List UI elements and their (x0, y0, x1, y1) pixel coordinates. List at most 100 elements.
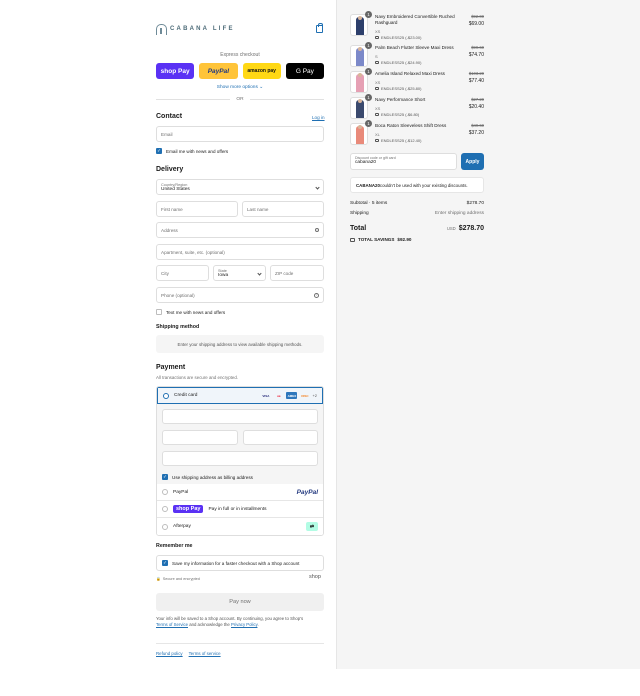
discount-code-bold: CABANA20 (356, 182, 380, 188)
brand-name: CABANA LIFE (170, 26, 235, 32)
mastercard-icon: ●● (277, 393, 281, 398)
radio-icon[interactable] (162, 523, 168, 530)
checkbox-checked-icon[interactable]: ✓ (162, 560, 168, 566)
visa-icon: VISA (262, 393, 270, 398)
discount-code-input[interactable]: Discount code or gift card cabana20 (350, 153, 457, 170)
product-thumbnail (350, 45, 368, 67)
model-head (358, 47, 362, 51)
original-price: $27.20 (471, 97, 484, 102)
email-field[interactable]: Email (156, 126, 324, 142)
product-name: Palm Beach Flutter Sleeve Maxi Dress (375, 45, 454, 50)
brand-logo[interactable]: CABANA LIFE (156, 24, 235, 35)
original-price: $92.00 (471, 14, 484, 19)
shipping-value: Enter shipping address (434, 211, 484, 216)
paypal-logo: PayPal (296, 488, 318, 496)
radio-selected-icon[interactable] (163, 392, 169, 399)
savings-label: TOTAL SAVINGS (358, 237, 395, 242)
discount-code: ENDLESS25 (-$23.00) (381, 35, 422, 40)
billing-address-label: Use shipping address as billing address (172, 474, 253, 480)
shop-pay-button[interactable]: shop Pay (156, 63, 195, 79)
product-variant: XS (375, 80, 381, 85)
order-item: 1 Navy Performance Short XS ENDLESS25 (-… (350, 94, 484, 119)
apartment-field[interactable]: Apartment, suite, etc. (optional) (156, 244, 324, 260)
city-field[interactable]: City (156, 265, 209, 281)
payment-option-shop-pay[interactable]: shop Pay Pay in full or in installments (157, 501, 323, 518)
delivery-heading: Delivery (156, 166, 184, 173)
country-select[interactable]: Country/Region United States (156, 179, 324, 195)
shop-logo: shop (309, 574, 321, 580)
subtotal-value: $278.70 (466, 201, 484, 206)
checkbox-checked-icon[interactable]: ✓ (156, 148, 162, 154)
payment-option-afterpay[interactable]: Afterpay ⇄ (157, 518, 323, 535)
last-name-field[interactable]: Last name (242, 201, 324, 217)
shopping-bag-icon[interactable] (316, 23, 323, 33)
card-details-form: ✓ Use shipping address as billing addres… (157, 404, 323, 484)
apply-discount-button[interactable]: Apply (461, 153, 484, 170)
radio-icon[interactable] (162, 489, 168, 495)
discounted-price: $69.00 (468, 21, 484, 27)
email-news-option[interactable]: ✓ Email me with news and offers (156, 148, 228, 154)
terms-of-service-footer-link[interactable]: Terms of service (189, 651, 221, 656)
card-number-field[interactable] (162, 409, 318, 424)
show-more-options-link[interactable]: Show more options ⌄ (156, 85, 324, 90)
card-expiry-cvv-row (162, 430, 318, 451)
product-discount: ENDLESS25 (-$25.80) (375, 86, 421, 91)
discount-field-value: cabana20 (355, 160, 377, 165)
refund-policy-link[interactable]: Refund policy (156, 651, 183, 656)
first-name-field[interactable]: First name (156, 201, 238, 217)
product-discount: ENDLESS25 (-$23.00) (375, 35, 421, 40)
payment-option-credit-card[interactable]: Credit card VISA ●● AMEX DISC +2 (157, 387, 323, 404)
paypal-button[interactable]: PayPal (199, 63, 238, 79)
payment-option-paypal[interactable]: PayPal PayPal (157, 484, 323, 501)
original-price: $99.60 (471, 45, 484, 50)
payment-methods: Credit card VISA ●● AMEX DISC +2 ✓ Use s… (156, 386, 324, 536)
billing-address-option[interactable]: ✓ Use shipping address as billing addres… (162, 472, 318, 480)
shipping-method-info: Enter your shipping address to view avai… (156, 335, 324, 353)
privacy-policy-link[interactable]: Privacy Policy (231, 622, 257, 627)
pay-now-button[interactable]: Pay now (156, 593, 324, 611)
save-info-label: Save my information for a faster checkou… (172, 560, 300, 566)
expiration-date-field[interactable] (162, 430, 238, 445)
google-pay-button[interactable]: G Pay (285, 63, 324, 79)
save-info-option[interactable]: ✓ Save my information for a faster check… (156, 555, 324, 571)
name-on-card-field[interactable] (162, 451, 318, 466)
checkbox-unchecked-icon[interactable] (156, 309, 162, 315)
text-news-option[interactable]: Text me with news and offers (156, 309, 225, 315)
country-value: United States (161, 186, 190, 192)
address-field[interactable]: Address (156, 222, 324, 238)
security-code-field[interactable] (242, 430, 318, 445)
radio-icon[interactable] (162, 506, 168, 512)
footer-links: Refund policy Terms of service (156, 651, 221, 656)
phone-field[interactable]: Phone (optional) ? (156, 287, 324, 303)
total-savings: TOTAL SAVINGS $92.90 (350, 237, 411, 242)
lock-icon: 🔒 (156, 577, 161, 581)
zip-field[interactable]: ZIP code (270, 265, 324, 281)
tag-icon (375, 113, 379, 116)
terms-of-service-link[interactable]: Terms of Service (156, 622, 188, 627)
chevron-down-icon (257, 271, 262, 276)
payment-subtitle: All transactions are secure and encrypte… (156, 375, 239, 380)
secure-note: 🔒 Secure and encrypted (156, 576, 200, 582)
checkbox-checked-icon[interactable]: ✓ (162, 474, 168, 480)
quantity-badge: 1 (365, 94, 372, 101)
discover-icon: DISC (301, 393, 309, 398)
product-discount: ENDLESS25 (-$6.80) (375, 112, 419, 117)
page-bottom (0, 669, 640, 696)
text-news-label: Text me with news and offers (166, 309, 226, 315)
total-value: $278.70 (458, 225, 484, 232)
model-head (358, 125, 362, 129)
help-icon[interactable]: ? (314, 293, 319, 298)
discount-code: ENDLESS25 (-$12.40) (381, 138, 422, 143)
legal-and: and acknowledge the (188, 622, 232, 627)
login-link[interactable]: Log in (312, 115, 325, 120)
shipping-row: Shipping Enter shipping address (350, 211, 484, 216)
product-name: Navy Embroidered Convertible Ruched Rash… (375, 14, 455, 25)
amazon-pay-button[interactable]: amazon pay (242, 63, 281, 79)
state-select[interactable]: State Iowa (213, 265, 266, 281)
legal-line: Your info will be saved to a Shop accoun… (156, 616, 304, 621)
product-variant: S (375, 54, 378, 59)
product-name: Amelia Island Relaxed Maxi Dress (375, 71, 445, 76)
discount-error-message: CABANA20 couldn't be used with your exis… (350, 177, 484, 193)
credit-card-label: Credit card (174, 393, 198, 398)
product-name: Boca Raton Sleeveless Shift Dress (375, 123, 447, 128)
